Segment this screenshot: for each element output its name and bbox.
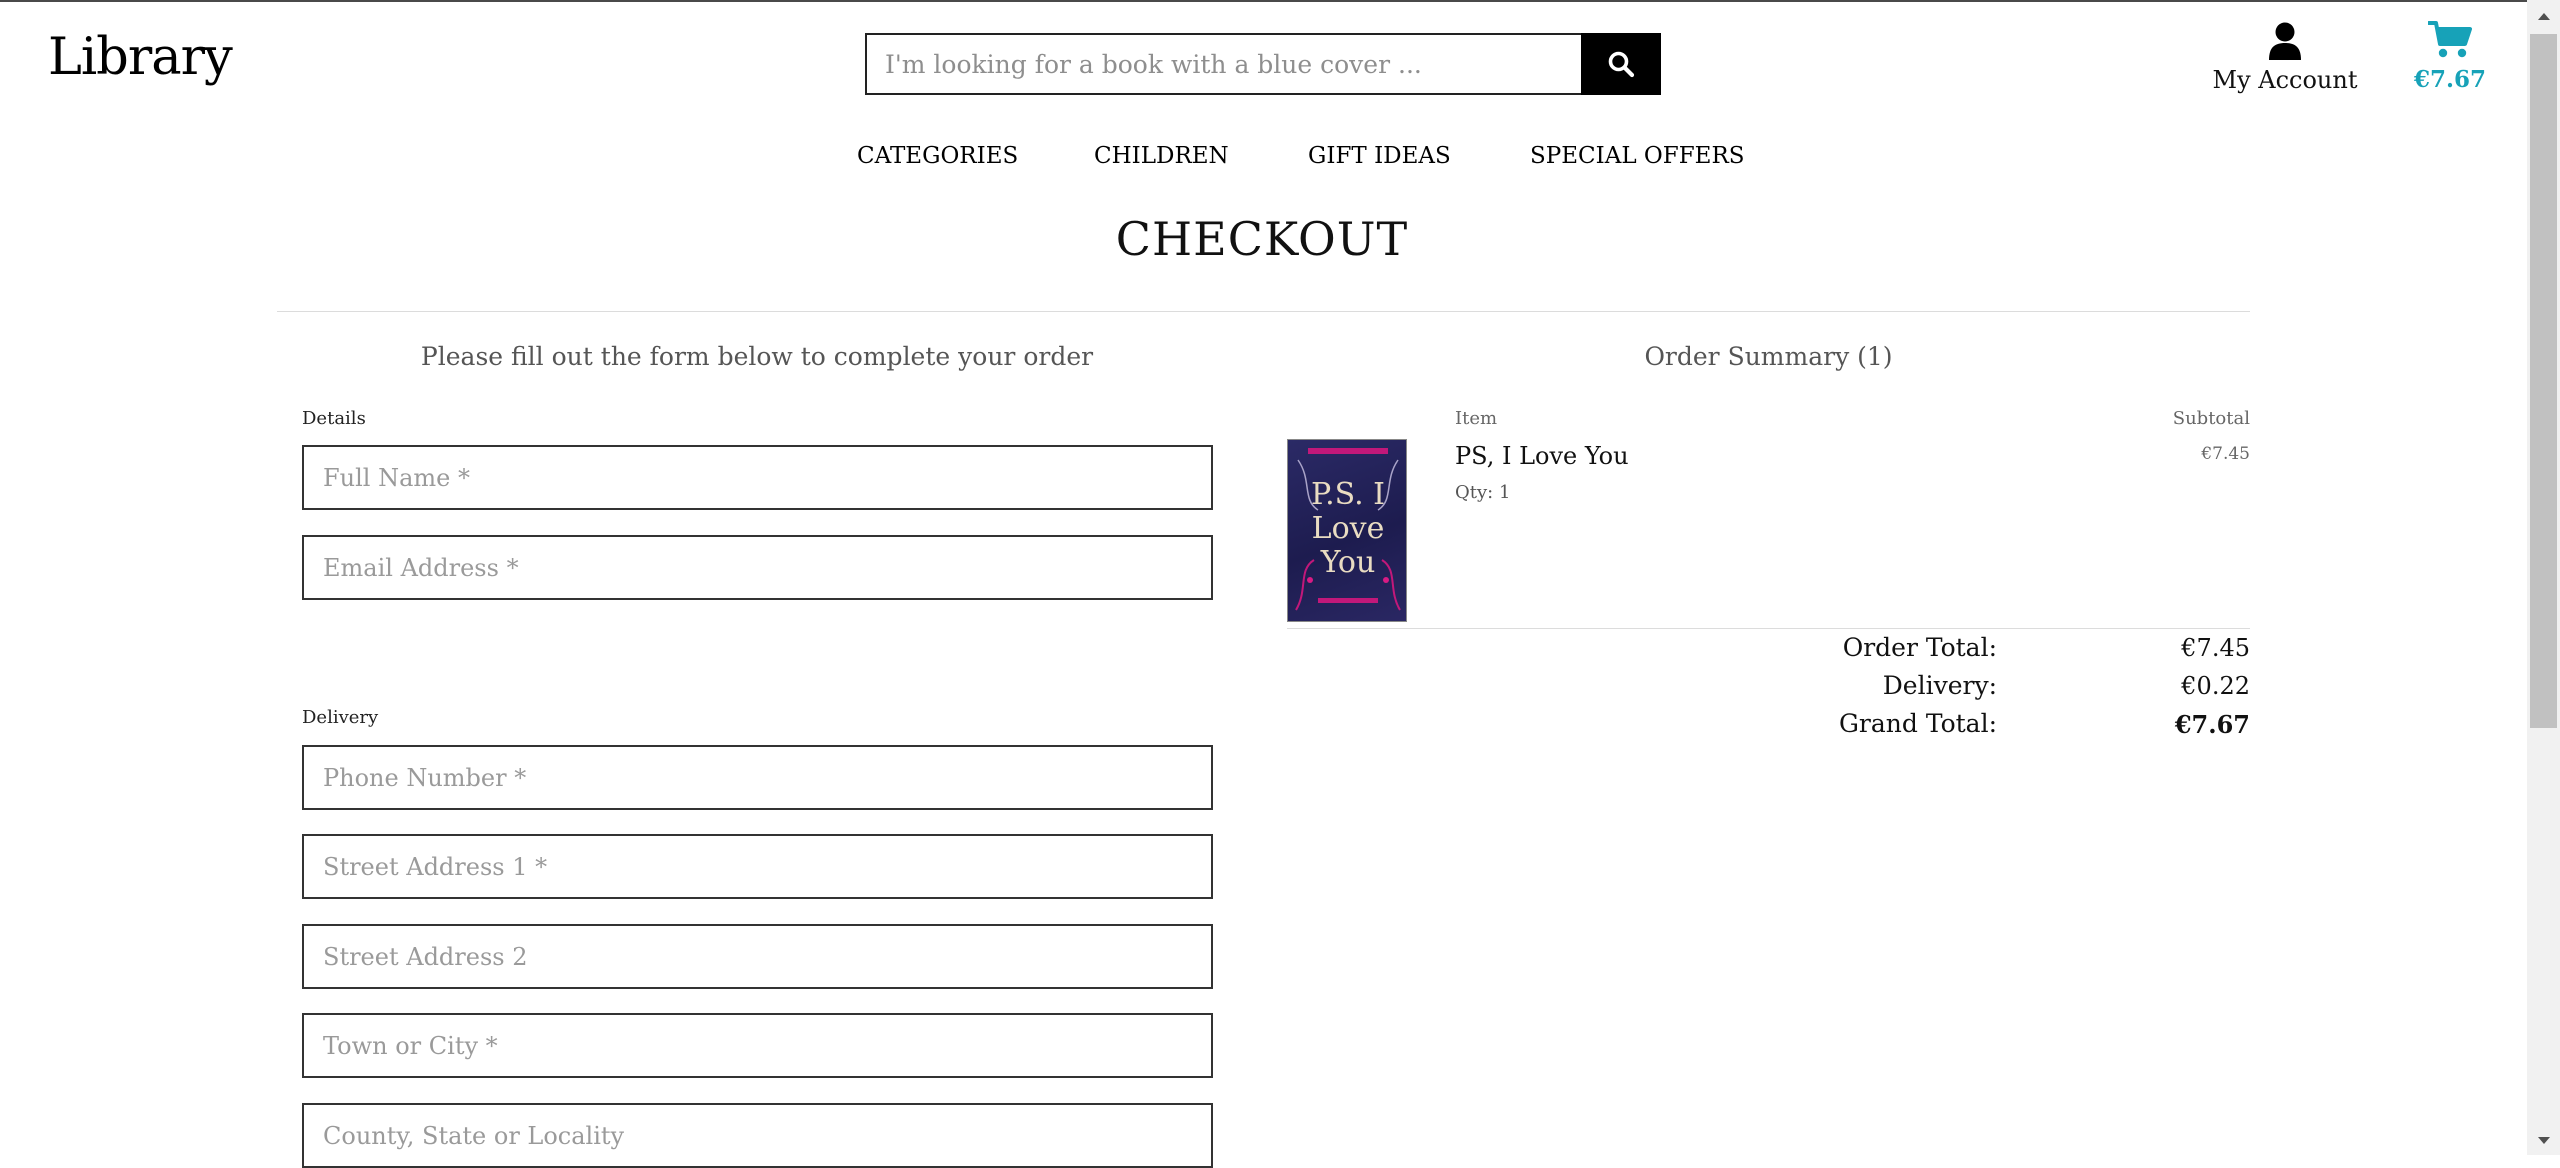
nav-children[interactable]: CHILDREN — [1094, 143, 1229, 169]
email-field[interactable] — [302, 535, 1213, 600]
page-scrollbar[interactable] — [2527, 0, 2560, 1155]
my-account-label: My Account — [2212, 66, 2358, 94]
search-input[interactable] — [865, 33, 1581, 95]
delivery-cost-label: Delivery: — [1882, 671, 1997, 700]
search-button[interactable] — [1581, 33, 1661, 95]
cover-title: P.S. I Love You — [1310, 477, 1386, 580]
book-cover-image[interactable]: P.S. I Love You — [1287, 439, 1407, 622]
order-total-label: Order Total: — [1842, 633, 1997, 662]
cart-link[interactable]: €7.67 — [2405, 20, 2495, 93]
nav-categories[interactable]: CATEGORIES — [857, 143, 1018, 169]
nav-gift-ideas[interactable]: GIFT IDEAS — [1308, 143, 1451, 169]
nav-special-offers[interactable]: SPECIAL OFFERS — [1530, 143, 1745, 169]
shopping-cart-icon — [2428, 21, 2472, 58]
delivery-label: Delivery — [302, 707, 379, 728]
scroll-up-arrow-icon[interactable] — [2527, 2, 2560, 30]
full-name-field[interactable] — [302, 445, 1213, 510]
item-column-header: Item — [1455, 408, 1498, 429]
item-subtotal: €7.45 — [2201, 444, 2250, 464]
scroll-down-arrow-icon[interactable] — [2527, 1127, 2560, 1155]
top-border — [0, 0, 2560, 2]
scrollbar-thumb[interactable] — [2530, 34, 2557, 728]
form-intro: Please fill out the form below to comple… — [420, 342, 1094, 371]
search-icon — [1608, 51, 1635, 78]
grand-total-value: €7.67 — [2174, 710, 2250, 739]
details-label: Details — [302, 408, 366, 429]
order-summary-heading: Order Summary (1) — [1644, 342, 1893, 371]
site-logo[interactable]: Library — [48, 28, 233, 87]
main-nav: CATEGORIES CHILDREN GIFT IDEAS SPECIAL O… — [0, 143, 2520, 177]
item-title[interactable]: PS, I Love You — [1455, 442, 1629, 470]
county-field[interactable] — [302, 1103, 1213, 1168]
user-icon — [2269, 22, 2301, 60]
street-address-1-field[interactable] — [302, 834, 1213, 899]
page-title: CHECKOUT — [1115, 212, 1409, 266]
street-address-2-field[interactable] — [302, 924, 1213, 989]
summary-divider — [1287, 628, 2250, 629]
town-city-field[interactable] — [302, 1013, 1213, 1078]
subtotal-column-header: Subtotal — [2172, 408, 2250, 429]
grand-total-label: Grand Total: — [1838, 709, 1997, 738]
search-bar — [865, 33, 1661, 95]
title-divider — [277, 311, 2250, 312]
cart-total: €7.67 — [2413, 66, 2487, 93]
delivery-cost-value: €0.22 — [2181, 672, 2250, 700]
my-account-link[interactable]: My Account — [2195, 22, 2375, 94]
phone-field[interactable] — [302, 745, 1213, 810]
order-total-value: €7.45 — [2181, 634, 2250, 662]
item-quantity: Qty: 1 — [1455, 482, 1511, 503]
